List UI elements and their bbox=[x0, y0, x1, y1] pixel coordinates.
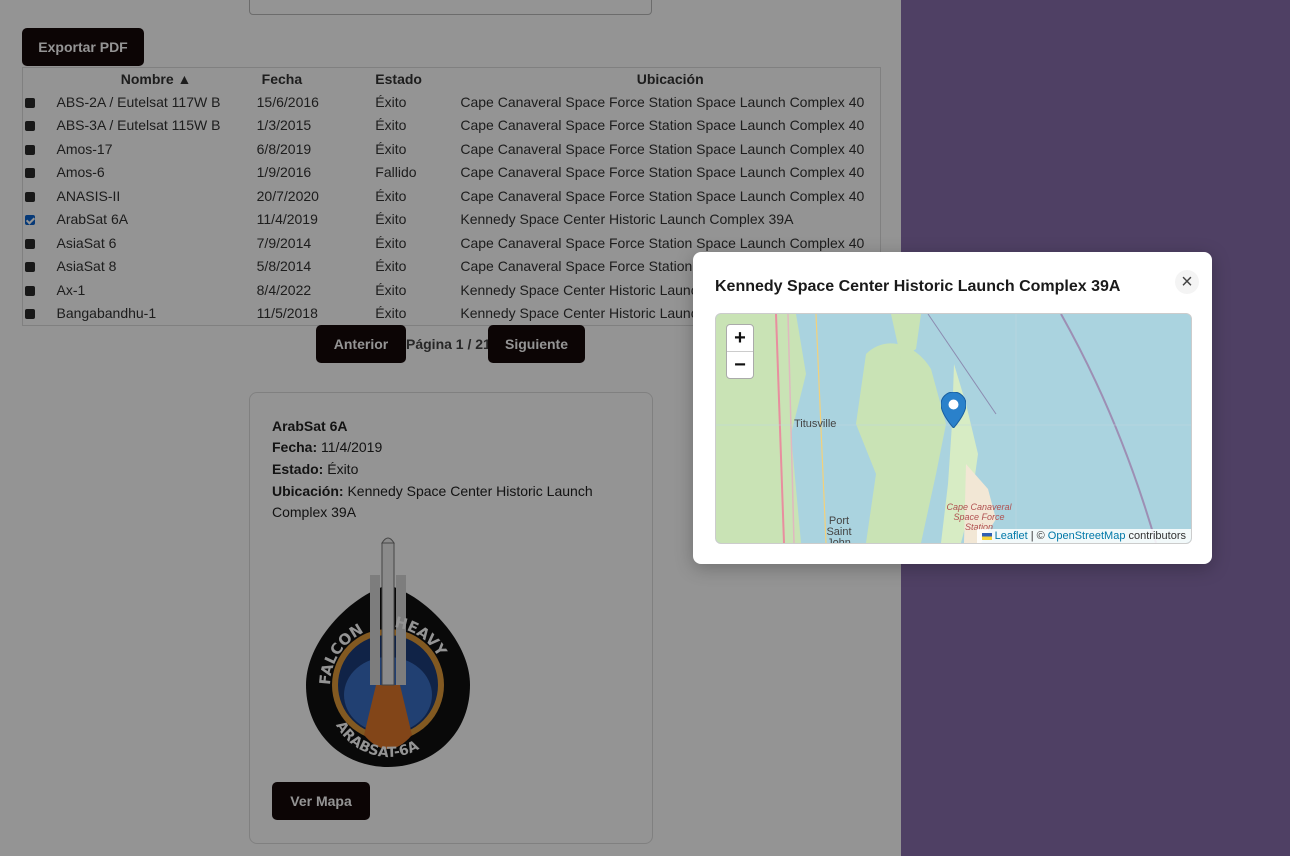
zoom-in-button[interactable]: + bbox=[727, 325, 753, 351]
map-label-port-saint-john: Port Saint John bbox=[826, 515, 852, 544]
location-marker-icon[interactable] bbox=[941, 392, 966, 428]
ukraine-flag-icon bbox=[981, 533, 992, 540]
zoom-control: + − bbox=[726, 324, 754, 379]
map-label-cape-canaveral: Cape Canaveral Space Force Station bbox=[946, 502, 1012, 532]
modal-title: Kennedy Space Center Historic Launch Com… bbox=[715, 278, 1121, 295]
leaflet-link[interactable]: Leaflet bbox=[995, 530, 1028, 542]
map-label-titusville: Titusville bbox=[794, 418, 837, 430]
attribution-suffix: contributors bbox=[1128, 530, 1186, 542]
map-modal: Kennedy Space Center Historic Launch Com… bbox=[693, 252, 1212, 564]
map-attribution: Leaflet | © OpenStreetMap contributors bbox=[976, 529, 1191, 543]
close-icon[interactable]: × bbox=[1175, 270, 1199, 294]
leaflet-map[interactable]: Titusville Port Saint John Cape Canavera… bbox=[715, 313, 1192, 544]
zoom-out-button[interactable]: − bbox=[727, 351, 753, 378]
attribution-separator: | © bbox=[1030, 530, 1045, 542]
openstreetmap-link[interactable]: OpenStreetMap bbox=[1048, 530, 1126, 542]
